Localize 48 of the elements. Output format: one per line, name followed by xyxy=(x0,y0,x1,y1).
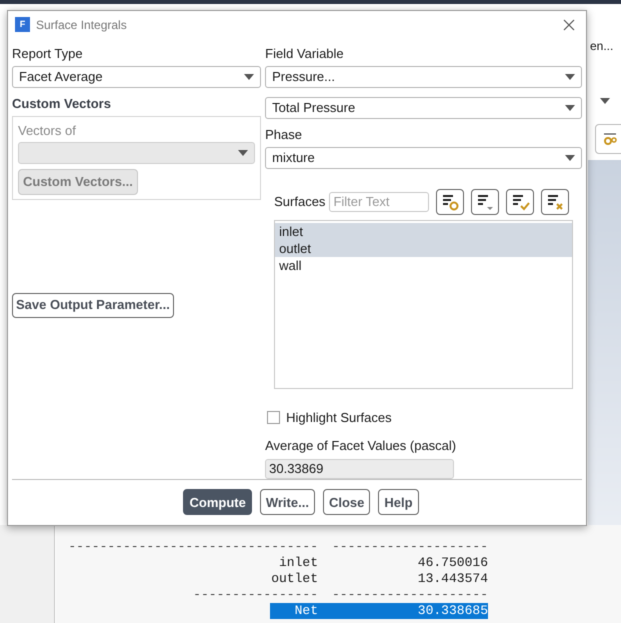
section-heading: Custom Vectors xyxy=(12,95,112,114)
field-label: Vectors of xyxy=(18,122,77,140)
list-check-icon[interactable] xyxy=(506,188,534,215)
phase-dropdown[interactable]: mixture xyxy=(265,146,582,169)
dropdown-caret-icon xyxy=(565,74,575,80)
field-label: Surfaces xyxy=(274,192,326,211)
field-variable-dropdown[interactable]: Total Pressure xyxy=(265,97,582,120)
filter-field[interactable]: Filter Text xyxy=(329,192,430,212)
field-label: Field Variable xyxy=(265,44,345,63)
dialog-button[interactable]: Help xyxy=(378,489,419,516)
close-icon[interactable] xyxy=(563,18,575,31)
window-title: Surface Integrals xyxy=(36,16,127,34)
field-label: Phase xyxy=(265,126,303,144)
dropdown-caret-icon xyxy=(244,74,254,80)
list-item[interactable]: outlet xyxy=(275,240,572,257)
separator-text: -------------------------------- xyxy=(67,539,318,555)
separator-text: -------------------- xyxy=(330,587,488,603)
report-type-dropdown[interactable]: Facet Average xyxy=(12,66,262,88)
console-value: 46.750016 xyxy=(416,555,488,571)
separator-text: -------------------- xyxy=(330,539,488,555)
list-item[interactable]: inlet xyxy=(275,222,572,240)
list-item[interactable]: wall xyxy=(275,256,572,274)
app-logo: F xyxy=(15,17,30,32)
separator-text: ---------------- xyxy=(192,587,318,603)
side-label: en... xyxy=(590,38,614,55)
field-variable-dropdown[interactable]: Pressure... xyxy=(265,66,582,88)
console-label: inlet xyxy=(278,555,318,571)
field-label: Average of Facet Values (pascal) xyxy=(265,437,458,456)
console-label: outlet xyxy=(270,571,318,587)
dropdown-caret-icon xyxy=(565,154,575,161)
console-label: Net xyxy=(294,603,318,619)
console-value: 30.338685 xyxy=(416,603,488,619)
dropdown-caret-icon xyxy=(565,105,575,112)
gear-tool-button[interactable] xyxy=(595,124,621,154)
dialog-button[interactable]: Write... xyxy=(260,489,315,516)
list-cross-icon[interactable] xyxy=(541,188,570,215)
dropdown-caret-icon xyxy=(600,98,610,104)
dropdown-caret-icon xyxy=(238,150,248,156)
field-label: Report Type xyxy=(12,44,84,63)
checkbox[interactable] xyxy=(267,410,280,424)
console-value: 13.443574 xyxy=(416,571,488,587)
dialog-button[interactable]: Compute xyxy=(183,489,252,516)
list-menu-icon[interactable] xyxy=(471,188,500,215)
save-output-button[interactable]: Save Output Parameter... xyxy=(12,292,174,318)
dialog-button[interactable]: Close xyxy=(322,489,370,516)
result-field[interactable]: 30.33869 xyxy=(265,458,454,479)
checkbox-label: Highlight Surfaces xyxy=(286,408,392,427)
gear-icon xyxy=(602,131,618,147)
